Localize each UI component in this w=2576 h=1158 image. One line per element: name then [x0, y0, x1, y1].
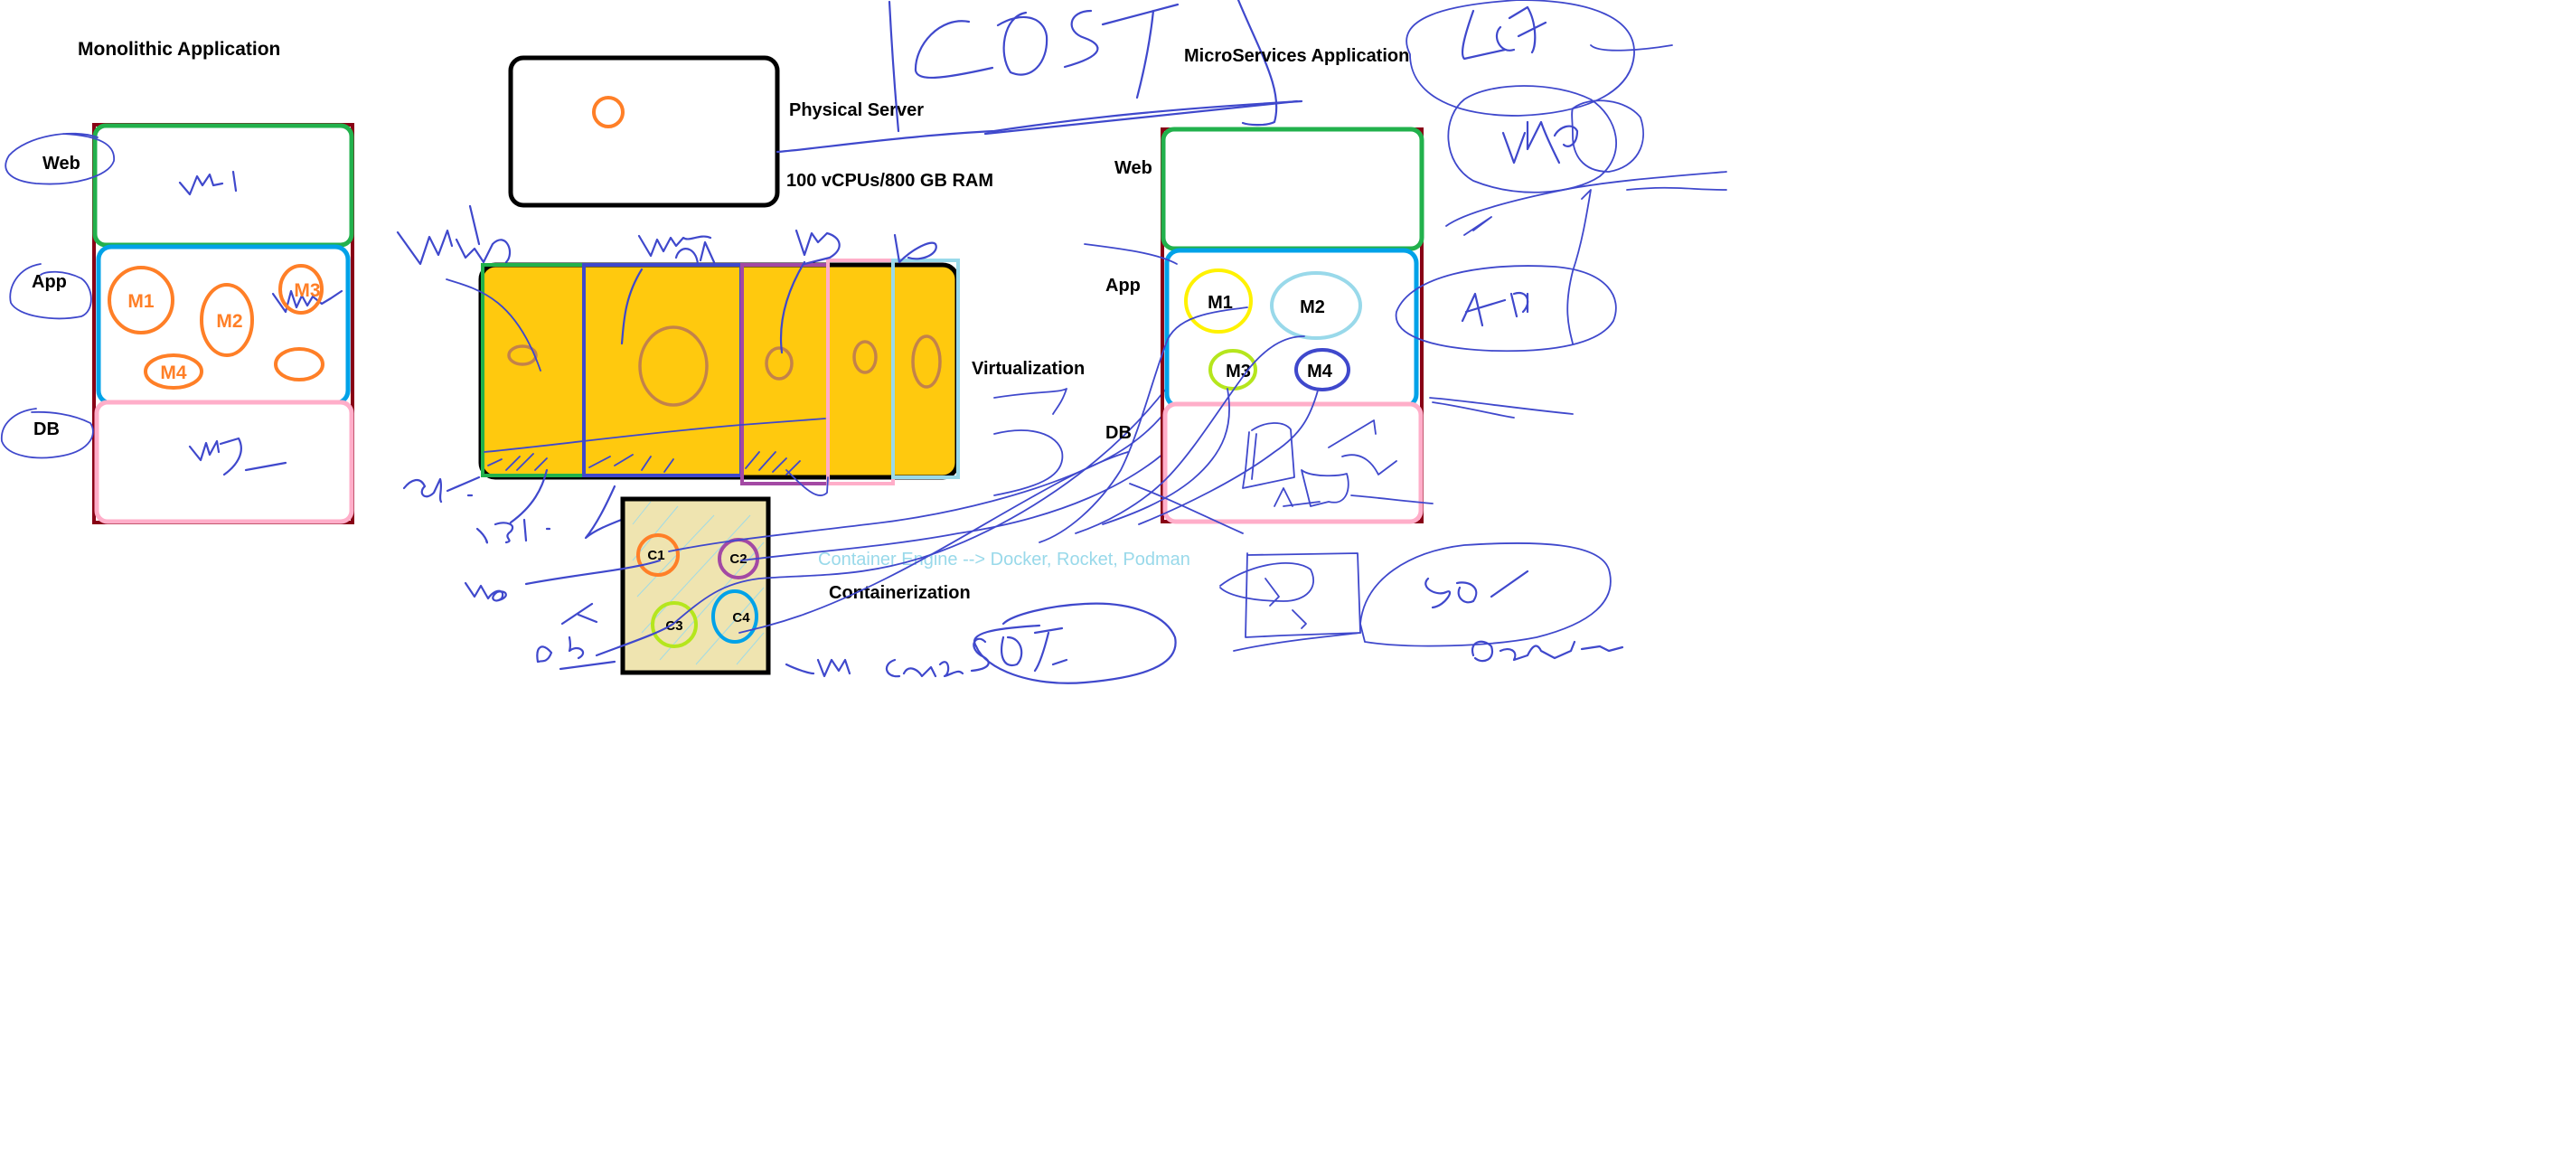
microservices-web-label: Web — [1114, 158, 1152, 178]
physical-server-label: Physical Server — [789, 100, 924, 120]
monolithic-db-tier — [94, 400, 354, 524]
db-check-mark — [560, 602, 598, 626]
fifty-oval-annotation — [1359, 542, 1612, 647]
cont-handwritten-annotation — [885, 658, 964, 678]
bottom-right-handwritten — [1471, 640, 1624, 663]
cost-annotation — [888, 0, 1299, 136]
fifteen-percent-annotation — [475, 468, 551, 544]
monolithic-db-label: DB — [33, 419, 60, 439]
fifty-handwritten — [1424, 570, 1529, 609]
usa-handwritten — [1461, 5, 1547, 61]
monolithic-web-label: Web — [42, 154, 80, 174]
monolithic-web-tier — [92, 123, 354, 248]
physical-server-spec: 100 vCPUs/800 GB RAM — [786, 171, 993, 191]
containerization-label: Containerization — [829, 583, 971, 603]
whiteboard-canvas: Monolithic Application Web App DB M1 M2 … — [1, 0, 1727, 684]
svg-text:M4: M4 — [160, 362, 186, 383]
svg-text:C2: C2 — [729, 551, 747, 567]
vm2-handwritten-label — [637, 234, 712, 258]
container-host — [620, 496, 771, 675]
physical-server-box — [508, 55, 780, 208]
monolithic-section: Monolithic Application Web App DB M1 M2 … — [1, 39, 354, 524]
physical-server-section: Physical Server 100 vCPUs/800 GB RAM — [508, 55, 993, 208]
microservices-app-label: App — [1105, 276, 1141, 296]
cost-circle-annotation — [973, 602, 1177, 684]
usa-oval-annotation — [1406, 0, 1635, 117]
left-20-percent-annotation — [402, 475, 481, 504]
svg-text:M4: M4 — [1307, 362, 1333, 381]
svg-text:M2: M2 — [216, 311, 242, 332]
one-vm-annotation — [785, 658, 851, 678]
svg-text:M1: M1 — [127, 291, 154, 312]
svg-text:M2: M2 — [1300, 297, 1325, 317]
microservices-title: MicroServices Application — [1184, 46, 1409, 66]
svg-text:C4: C4 — [732, 610, 750, 626]
virtualization-label: Virtualization — [972, 359, 1085, 379]
svg-text:M3: M3 — [294, 280, 320, 301]
api-handwritten — [1461, 291, 1529, 327]
db-handwritten-label — [893, 233, 937, 264]
vm-handwritten — [1501, 120, 1579, 165]
fifty-percent-annotation — [970, 626, 1068, 673]
vm1-web-handwritten — [455, 238, 512, 264]
virtualization-section: Virtualization — [396, 204, 1085, 544]
monolithic-title: Monolithic Application — [78, 39, 280, 60]
monolithic-app-label: App — [32, 272, 67, 292]
api-oval-annotation — [1395, 265, 1617, 353]
microservices-web-tier — [1161, 127, 1424, 251]
web-handwritten-annotation — [464, 581, 507, 602]
container-engine-note: Container Engine --> Docker, Rocket, Pod… — [818, 550, 1190, 570]
db-handwritten-annotation — [536, 635, 585, 664]
server-sketch-annotation — [1219, 552, 1361, 638]
microservices-db-label: DB — [1105, 423, 1132, 443]
